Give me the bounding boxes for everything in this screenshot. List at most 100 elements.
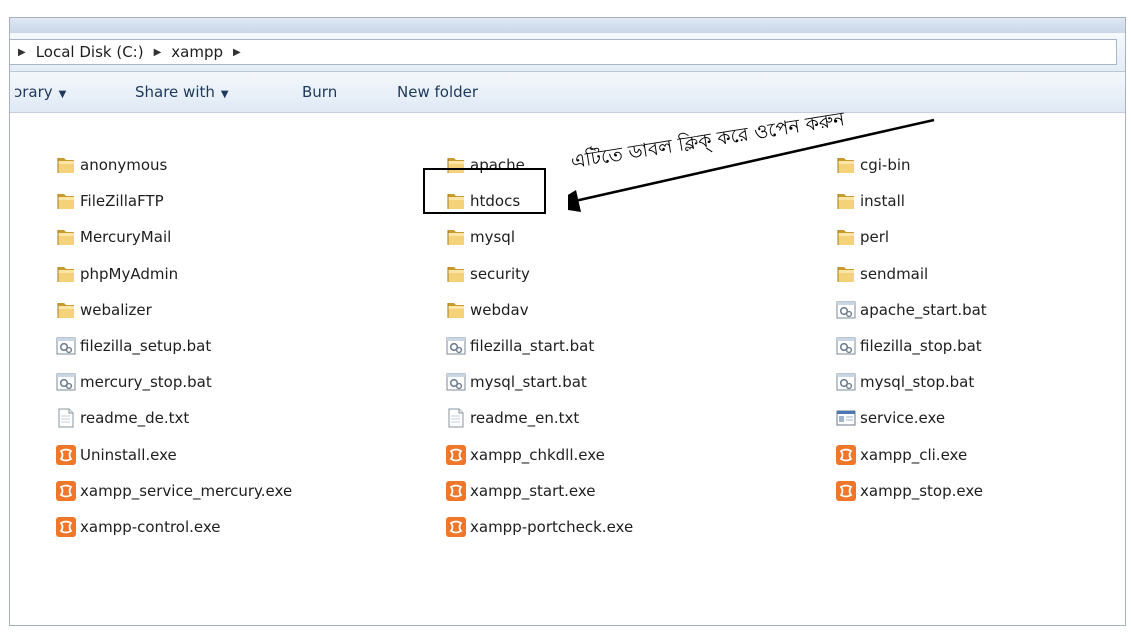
folder-icon	[445, 263, 467, 285]
folder-icon	[55, 190, 77, 212]
dropdown-arrow-icon: ▼	[58, 89, 67, 100]
file-item[interactable]: readme_en.txt	[445, 406, 579, 430]
file-name: service.exe	[860, 409, 946, 428]
file-item[interactable]: sendmail	[835, 262, 928, 286]
file-item[interactable]: FileZillaFTP	[55, 189, 164, 213]
batch-file-icon	[835, 299, 857, 321]
batch-file-icon	[835, 335, 857, 357]
file-item[interactable]: service.exe	[835, 406, 945, 430]
file-item[interactable]: phpMyAdmin	[55, 262, 178, 286]
breadcrumb-local-disk[interactable]: Local Disk (C:)	[36, 43, 144, 61]
batch-file-icon	[55, 335, 77, 357]
file-item[interactable]: xampp_chkdll.exe	[445, 443, 605, 467]
file-item[interactable]: apache_start.bat	[835, 298, 987, 322]
file-item[interactable]: mysql_start.bat	[445, 370, 587, 394]
file-item[interactable]: security	[445, 262, 530, 286]
include-in-library-label: ɔrary	[14, 83, 53, 101]
address-bar: ▶ Local Disk (C:) ▶ xampp ▶	[10, 33, 1125, 72]
burn-label: Burn	[302, 83, 338, 101]
batch-file-icon	[445, 371, 467, 393]
share-with-label: Share with	[135, 83, 215, 101]
xampp-exe-icon	[55, 516, 77, 538]
file-item[interactable]: readme_de.txt	[55, 406, 189, 430]
batch-file-icon	[835, 371, 857, 393]
file-item[interactable]: webalizer	[55, 298, 152, 322]
window-top-strip	[10, 18, 1125, 33]
file-name: Uninstall.exe	[80, 445, 177, 464]
file-name: xampp_chkdll.exe	[470, 445, 605, 464]
file-item[interactable]: mysql	[445, 225, 515, 249]
xampp-exe-icon	[445, 444, 467, 466]
file-name: filezilla_stop.bat	[860, 337, 982, 355]
file-item[interactable]: xampp-portcheck.exe	[445, 515, 633, 539]
file-name: webalizer	[80, 300, 152, 319]
file-item[interactable]: MercuryMail	[55, 225, 171, 249]
file-item[interactable]: mysql_stop.bat	[835, 370, 974, 394]
file-name: xampp-control.exe	[80, 518, 221, 536]
xampp-exe-icon	[835, 480, 857, 502]
file-name: filezilla_start.bat	[470, 337, 595, 355]
chevron-right-icon[interactable]: ▶	[154, 47, 162, 58]
xampp-exe-icon	[55, 480, 77, 502]
file-name: xampp_cli.exe	[860, 445, 968, 464]
file-name: phpMyAdmin	[80, 264, 179, 283]
xampp-exe-icon	[835, 444, 857, 466]
file-item[interactable]: webdav	[445, 298, 529, 322]
file-name: anonymous	[80, 156, 168, 174]
file-item[interactable]: filezilla_start.bat	[445, 334, 594, 358]
new-folder-button[interactable]: New folder	[397, 83, 478, 101]
batch-file-icon	[445, 335, 467, 357]
file-name: filezilla_setup.bat	[80, 337, 212, 355]
file-name: readme_de.txt	[80, 409, 190, 428]
file-name: apache_start.bat	[860, 300, 987, 319]
folder-icon	[55, 299, 77, 321]
xampp-exe-icon	[55, 444, 77, 466]
new-folder-label: New folder	[397, 83, 479, 101]
highlight-box	[423, 168, 546, 214]
file-item[interactable]: xampp_start.exe	[445, 479, 596, 503]
file-item[interactable]: xampp_service_mercury.exe	[55, 479, 292, 503]
chevron-right-icon[interactable]: ▶	[233, 47, 241, 58]
service-exe-icon	[835, 407, 857, 429]
folder-icon	[55, 226, 77, 248]
file-name: xampp-portcheck.exe	[470, 518, 634, 536]
chevron-right-icon[interactable]: ▶	[18, 47, 26, 58]
file-name: readme_en.txt	[470, 409, 580, 428]
folder-icon	[835, 226, 857, 248]
file-item[interactable]: xampp_stop.exe	[835, 479, 983, 503]
file-name: MercuryMail	[80, 228, 172, 247]
batch-file-icon	[55, 371, 77, 393]
folder-icon	[445, 299, 467, 321]
file-name: webdav	[470, 300, 529, 319]
text-file-icon	[55, 407, 77, 429]
file-item[interactable]: Uninstall.exe	[55, 443, 177, 467]
breadcrumb[interactable]: ▶ Local Disk (C:) ▶ xampp ▶	[10, 39, 1117, 65]
file-name: mysql_start.bat	[470, 373, 587, 392]
folder-icon	[835, 263, 857, 285]
file-name: FileZillaFTP	[80, 192, 164, 211]
burn-button[interactable]: Burn	[302, 83, 337, 101]
folder-icon	[55, 154, 77, 176]
file-item[interactable]: perl	[835, 225, 889, 249]
file-name: mysql_stop.bat	[860, 373, 975, 392]
file-name: mysql	[470, 228, 515, 247]
folder-icon	[55, 263, 77, 285]
file-item[interactable]: mercury_stop.bat	[55, 370, 212, 394]
folder-icon	[445, 226, 467, 248]
file-item[interactable]: filezilla_stop.bat	[835, 334, 982, 358]
share-with-button[interactable]: Share with ▼	[135, 83, 229, 101]
breadcrumb-xampp[interactable]: xampp	[171, 43, 223, 61]
xampp-exe-icon	[445, 480, 467, 502]
include-in-library-button[interactable]: ɔrary ▼	[14, 83, 66, 101]
file-item[interactable]: xampp_cli.exe	[835, 443, 967, 467]
file-name: xampp_stop.exe	[860, 481, 983, 500]
file-name: security	[470, 264, 530, 283]
file-item[interactable]: anonymous	[55, 153, 167, 177]
file-item[interactable]: xampp-control.exe	[55, 515, 221, 539]
explorer-window: ▶ Local Disk (C:) ▶ xampp ▶ ɔrary ▼ Share…	[9, 17, 1126, 626]
file-name: mercury_stop.bat	[80, 373, 212, 392]
xampp-exe-icon	[445, 516, 467, 538]
text-file-icon	[445, 407, 467, 429]
dropdown-arrow-icon: ▼	[220, 89, 229, 100]
file-item[interactable]: filezilla_setup.bat	[55, 334, 211, 358]
